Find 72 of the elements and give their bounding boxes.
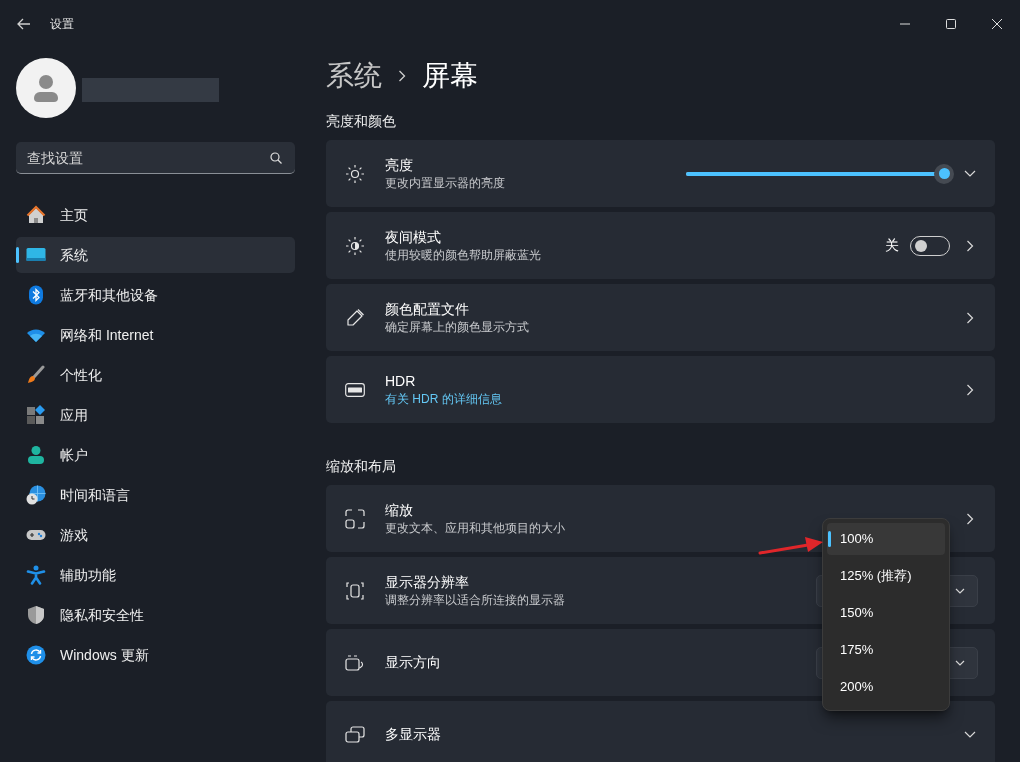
chevron-down-icon xyxy=(964,730,976,739)
window-title: 设置 xyxy=(50,16,74,33)
resolution-icon xyxy=(345,580,365,601)
bluetooth-icon xyxy=(26,285,46,305)
card-description: 使用较暖的颜色帮助屏蔽蓝光 xyxy=(385,247,541,263)
card-description: 更改文本、应用和其他项目的大小 xyxy=(385,520,565,536)
sync-icon xyxy=(26,645,46,665)
chevron-down-icon xyxy=(964,169,976,178)
sidebar-item[interactable]: 主页 xyxy=(16,197,295,233)
card-description: 更改内置显示器的亮度 xyxy=(385,175,505,191)
section-heading: 亮度和颜色 xyxy=(326,112,397,131)
sidebar-item[interactable]: 帐户 xyxy=(16,437,295,473)
sidebar-item[interactable]: 应用 xyxy=(16,397,295,433)
settings-card[interactable]: HDR 有关 HDR 的详细信息 xyxy=(326,356,995,423)
chevron-right-icon xyxy=(966,239,974,252)
close-icon xyxy=(992,19,1002,29)
settings-card[interactable]: 夜间模式 使用较暖的颜色帮助屏蔽蓝光 关 xyxy=(326,212,995,279)
search-icon[interactable] xyxy=(270,152,282,164)
person-icon xyxy=(26,445,46,465)
chevron-right-icon xyxy=(966,383,974,396)
sidebar-item[interactable]: 游戏 xyxy=(16,517,295,553)
breadcrumb-link[interactable]: 系统 xyxy=(326,55,382,97)
globe-clock-icon xyxy=(26,485,46,505)
chevron-right-icon xyxy=(966,311,974,324)
card-title: 亮度 xyxy=(385,156,414,175)
sidebar-item[interactable]: 辅助功能 xyxy=(16,557,295,593)
accessibility-icon xyxy=(26,565,46,585)
home-icon xyxy=(26,205,46,225)
avatar xyxy=(16,58,76,118)
maximize-icon xyxy=(946,19,956,29)
toggle-state-label: 关 xyxy=(885,236,899,255)
half-sun-icon xyxy=(345,235,365,256)
sidebar-item[interactable]: 网络和 Internet xyxy=(16,317,295,353)
card-title: 显示器分辨率 xyxy=(385,573,470,592)
card-description: 调整分辨率以适合所连接的显示器 xyxy=(385,592,565,608)
section-heading: 缩放和布局 xyxy=(326,457,397,476)
chevron-down-icon xyxy=(955,587,965,594)
card-title: 缩放 xyxy=(385,501,414,520)
two-monitors-icon xyxy=(345,724,365,745)
card-title: 夜间模式 xyxy=(385,228,442,247)
menu-item[interactable]: 125% (推荐) xyxy=(827,560,945,592)
card-title: 颜色配置文件 xyxy=(385,300,470,319)
chevron-right-icon xyxy=(966,512,974,525)
resize-icon xyxy=(345,508,365,529)
card-title: 显示方向 xyxy=(385,653,441,672)
menu-item[interactable]: 100% xyxy=(827,523,945,555)
annotation-arrow xyxy=(758,536,824,556)
chevron-right-icon xyxy=(398,70,406,82)
page-title: 屏幕 xyxy=(422,59,478,93)
chevron-down-icon xyxy=(955,659,965,666)
menu-item[interactable]: 175% xyxy=(827,634,945,666)
brightness-slider[interactable] xyxy=(686,163,954,184)
shield-icon xyxy=(26,605,46,625)
card-description: 确定屏幕上的颜色显示方式 xyxy=(385,319,529,335)
sidebar-item[interactable]: 蓝牙和其他设备 xyxy=(16,277,295,313)
sidebar-item[interactable]: 时间和语言 xyxy=(16,477,295,513)
sidebar-item[interactable]: Windows 更新 xyxy=(16,637,295,673)
settings-card[interactable]: 多显示器 xyxy=(326,701,995,762)
sidebar-item[interactable]: 隐私和安全性 xyxy=(16,597,295,633)
apps-icon xyxy=(26,405,46,425)
back-icon[interactable] xyxy=(17,18,31,30)
sidebar-item[interactable]: 系统 xyxy=(16,237,295,273)
settings-card[interactable]: 颜色配置文件 确定屏幕上的颜色显示方式 xyxy=(326,284,995,351)
brush-icon xyxy=(26,365,46,385)
card-title: 多显示器 xyxy=(385,725,441,744)
sun-icon xyxy=(345,163,365,184)
sidebar-item[interactable]: 个性化 xyxy=(16,357,295,393)
details-link[interactable]: 有关 HDR 的详细信息 xyxy=(385,391,502,407)
card-title: HDR xyxy=(385,372,417,391)
search-field[interactable]: 查找设置 xyxy=(16,142,295,174)
rotate-screen-icon xyxy=(345,652,365,673)
settings-card[interactable]: 亮度 更改内置显示器的亮度 xyxy=(326,140,995,207)
